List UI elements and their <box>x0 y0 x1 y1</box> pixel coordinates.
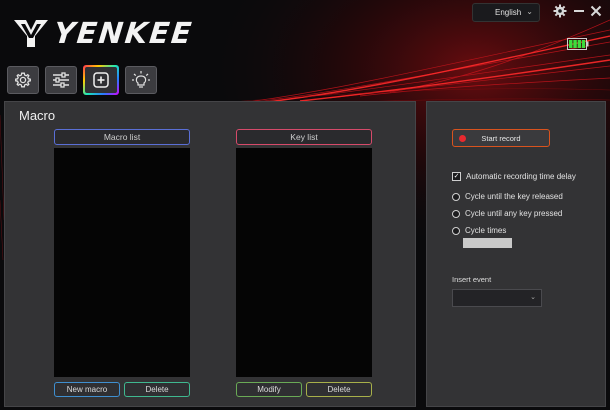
key-list-header: Key list <box>236 129 372 145</box>
delete-macro-button[interactable]: Delete <box>124 382 190 397</box>
sliders-icon <box>53 72 69 88</box>
modify-key-button[interactable]: Modify <box>236 382 302 397</box>
cycle-times-option[interactable]: Cycle times <box>452 226 506 235</box>
yenkee-logo-icon <box>14 20 48 47</box>
chevron-down-icon: ⌄ <box>530 294 536 301</box>
close-icon[interactable] <box>589 4 603 18</box>
cycle-until-released-label: Cycle until the key released <box>465 192 563 201</box>
delete-key-button[interactable]: Delete <box>306 382 372 397</box>
brand-logo: YENKEE <box>14 16 195 50</box>
recording-panel: Start record ✓ Automatic recording time … <box>426 101 606 407</box>
start-record-button[interactable]: Start record <box>452 129 550 147</box>
minimize-icon[interactable] <box>572 4 586 18</box>
language-select[interactable]: English ⌄ <box>472 3 540 22</box>
tab-macro-inner <box>85 67 117 93</box>
tab-lighting[interactable] <box>125 66 157 94</box>
cycle-until-released-radio[interactable] <box>452 192 460 201</box>
battery-full-icon <box>567 38 589 50</box>
main-tabs <box>7 65 157 95</box>
panel-title: Macro <box>19 108 56 123</box>
cycle-until-pressed-radio[interactable] <box>452 209 460 218</box>
start-record-label: Start record <box>481 133 521 143</box>
macro-list[interactable] <box>54 148 190 377</box>
macro-list-header: Macro list <box>54 129 190 145</box>
insert-event-label: Insert event <box>452 275 492 284</box>
tab-macro[interactable] <box>83 65 119 95</box>
cycle-until-pressed-option[interactable]: Cycle until any key pressed <box>452 209 562 218</box>
auto-delay-option[interactable]: ✓ Automatic recording time delay <box>452 172 576 181</box>
cycle-until-pressed-label: Cycle until any key pressed <box>465 209 563 218</box>
gear-icon <box>15 72 31 88</box>
plus-square-icon <box>93 72 109 88</box>
macro-panel: Macro Macro list Key list New macro Dele… <box>4 101 416 407</box>
cycle-times-radio[interactable] <box>452 226 460 235</box>
cycle-times-input[interactable] <box>463 238 512 248</box>
record-dot-icon <box>459 135 466 142</box>
new-macro-button[interactable]: New macro <box>54 382 120 397</box>
brand-name: YENKEE <box>52 16 195 50</box>
insert-event-select[interactable]: ⌄ <box>452 289 542 307</box>
chevron-down-icon: ⌄ <box>526 7 533 16</box>
auto-delay-checkbox[interactable]: ✓ <box>452 172 461 181</box>
key-list[interactable] <box>236 148 372 377</box>
lightbulb-icon <box>132 71 150 88</box>
language-value: English <box>495 8 522 17</box>
auto-delay-label: Automatic recording time delay <box>466 172 576 181</box>
tab-settings[interactable] <box>7 66 39 94</box>
tab-adjust[interactable] <box>45 66 77 94</box>
cycle-until-released-option[interactable]: Cycle until the key released <box>452 192 563 201</box>
cycle-times-label: Cycle times <box>465 226 507 235</box>
gear-icon[interactable] <box>553 4 567 18</box>
